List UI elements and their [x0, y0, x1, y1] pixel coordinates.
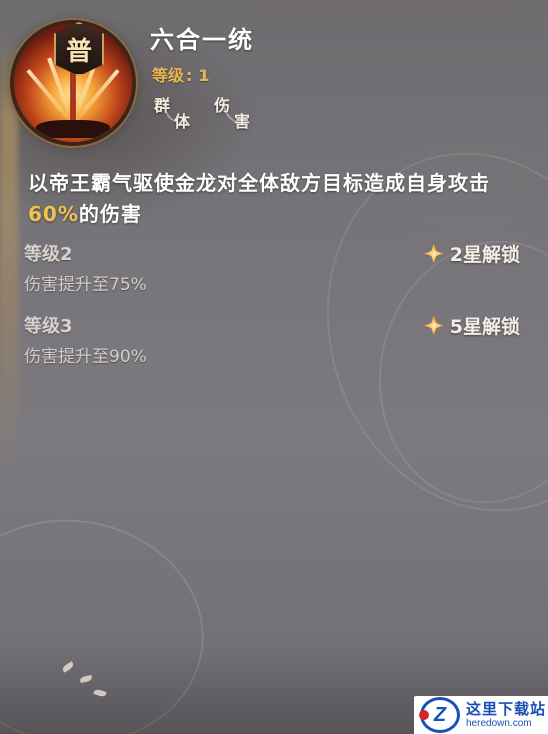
grade-text: 普	[65, 36, 92, 67]
watermark-logo-icon: Z	[419, 697, 460, 733]
level-colon: :	[186, 66, 193, 85]
watermark-text-en: heredown.com	[466, 718, 532, 729]
level-label: 等级	[152, 66, 185, 85]
upgrade-row: 等级3 伤害提升至90% 5星解锁	[24, 312, 522, 367]
description-highlight: 60%	[28, 202, 79, 226]
level-value: 1	[198, 66, 210, 85]
unlock-text: 5星解锁	[449, 316, 520, 338]
unlock-text: 2星解锁	[449, 244, 520, 266]
tag-aoe: 群 体	[152, 89, 196, 131]
skill-name: 六合一统	[150, 26, 254, 54]
watermark-text: 这里下载站 heredown.com	[466, 700, 546, 730]
upgrade-effect: 伤害提升至90%	[24, 347, 147, 367]
light-ray	[71, 69, 120, 126]
watermark-logo-letter: Z	[433, 703, 447, 726]
unlock-requirement: 2星解锁	[423, 240, 520, 267]
skill-detail-panel: 普 六合一统 等级:1 群 体 伤 害 以帝王霸气驱使金龙对全体敌方目标造成自身…	[0, 0, 548, 734]
upgrade-effect: 伤害提升至75%	[24, 275, 147, 295]
description-text: 以帝王霸气驱使金龙对全体敌方目标造成自身攻击	[28, 171, 490, 195]
star-icon	[423, 243, 444, 264]
tag-char: 体	[174, 112, 191, 131]
star-icon	[423, 315, 444, 336]
unlock-requirement: 5星解锁	[423, 312, 520, 339]
skill-description: 以帝王霸气驱使金龙对全体敌方目标造成自身攻击 60%的伤害	[28, 168, 528, 230]
site-watermark: Z 这里下载站 heredown.com	[414, 696, 548, 734]
tag-damage: 伤 害	[212, 89, 256, 131]
skill-level: 等级:1	[152, 62, 210, 86]
description-text-end: 的伤害	[78, 202, 142, 226]
upgrade-row: 等级2 伤害提升至75% 2星解锁	[24, 240, 522, 295]
rock-base	[36, 120, 110, 138]
watermark-text-cn: 这里下载站	[466, 700, 547, 718]
tag-char: 害	[234, 112, 251, 131]
